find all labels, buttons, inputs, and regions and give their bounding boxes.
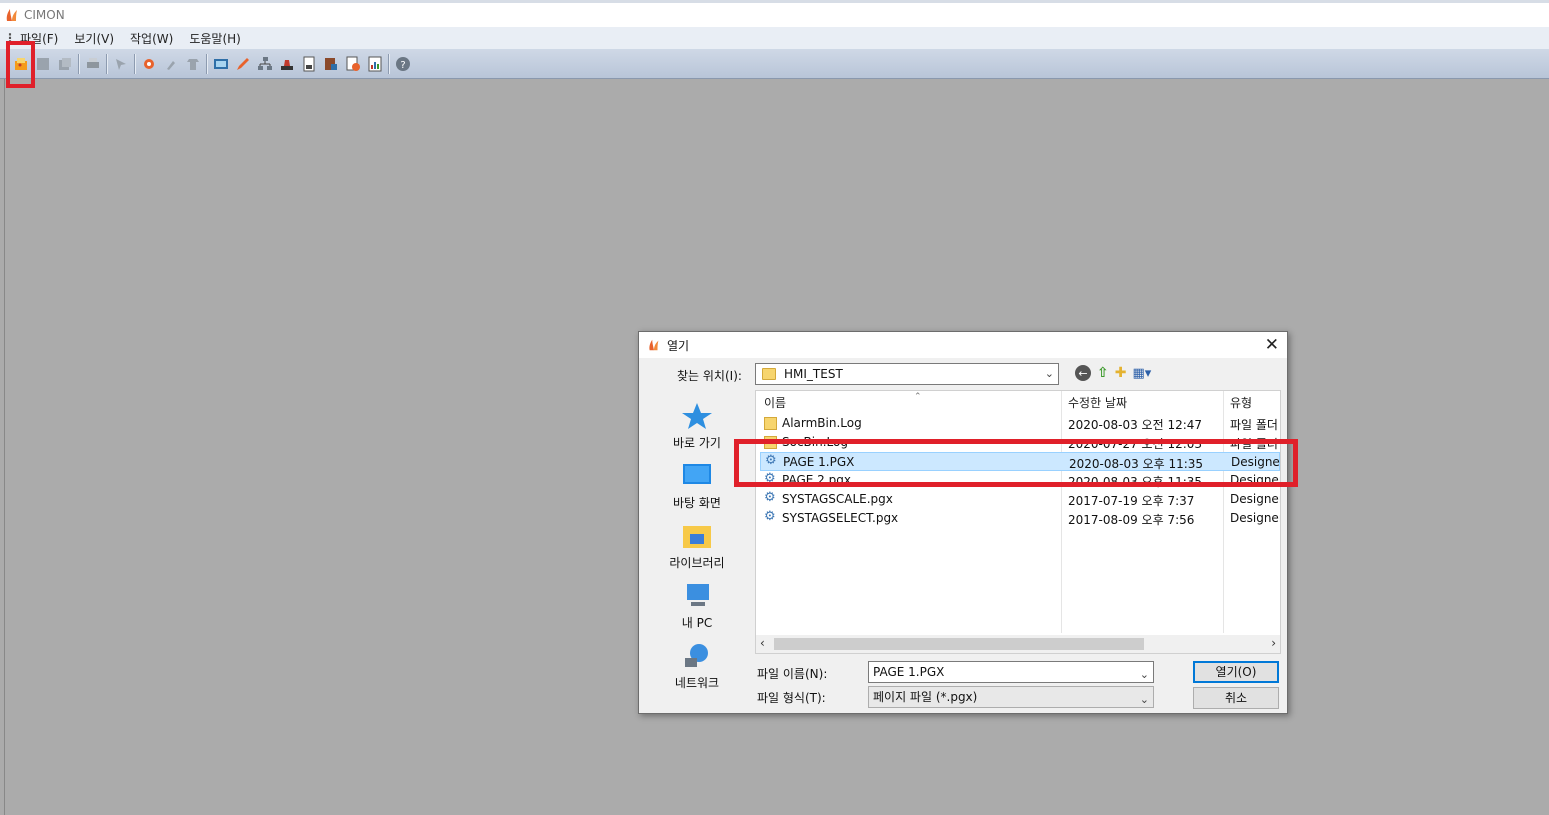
main-toolbar: ? [0,49,1549,79]
column-header-name[interactable]: 이름 ⌃ [764,392,922,414]
place-label: 라이브러리 [669,556,725,570]
app-title: CIMON [24,8,65,22]
chevron-down-icon[interactable]: ⌄ [1140,665,1149,685]
open-dialog: 열기 ✕ 찾는 위치(I): HMI_TEST ⌄ ← ⇧ ✚ ▦▾ 바로 가기… [638,331,1288,714]
file-row[interactable]: ⚙ SYSTAGSELECT.pgx 2017-08-09 오후 7:56 De… [760,509,1280,528]
select-icon[interactable] [110,53,132,75]
toolbar-separator [134,53,136,74]
cimon-logo-icon [649,339,659,351]
db-icon[interactable] [320,53,342,75]
file-name: SYSTAGSCALE.pgx [782,492,893,506]
back-icon[interactable]: ← [1075,365,1091,381]
sort-up-icon: ⌃ [914,392,922,402]
pencil-icon[interactable] [232,53,254,75]
library-icon [683,526,711,548]
scroll-thumb[interactable] [774,638,1144,650]
open-button[interactable]: 열기(O) [1193,661,1279,683]
file-name: AlarmBin.Log [782,416,862,430]
file-list: 이름 ⌃ 수정한 날짜 유형 AlarmBin.Log 2020-08-03 오… [755,390,1281,654]
file-type-dropdown[interactable]: 페이지 파일 (*.pgx) ⌄ [868,686,1154,708]
help-icon[interactable]: ? [392,53,414,75]
network-icon[interactable] [254,53,276,75]
place-network[interactable]: 네트워크 [646,642,748,691]
column-header-date[interactable]: 수정한 날짜 [1068,394,1127,414]
star-icon [682,403,712,429]
file-date: 2017-08-09 오후 7:56 [1068,513,1195,527]
cancel-button[interactable]: 취소 [1193,687,1279,709]
gear-file-icon: ⚙ [764,490,776,505]
save-icon[interactable] [32,53,54,75]
print-icon[interactable] [82,53,104,75]
network-globe-icon [685,644,708,667]
place-desktop[interactable]: 바탕 화면 [646,462,748,511]
file-type-label: 파일 형식(T): [757,691,826,705]
file-row[interactable]: AlarmBin.Log 2020-08-03 오전 12:47 파일 폴더 [760,414,1280,433]
scroll-right-icon[interactable]: › [1271,636,1276,650]
file-type: Designer [1230,511,1281,525]
look-in-label: 찾는 위치(I): [677,369,742,383]
file-date: 2017-07-19 오후 7:37 [1068,494,1195,508]
file-type: Designer [1230,492,1281,506]
place-quick-access[interactable]: 바로 가기 [646,402,748,451]
svg-text:?: ? [400,60,405,71]
place-this-pc[interactable]: 내 PC [646,582,748,631]
close-icon[interactable]: ✕ [1265,335,1279,355]
place-libraries[interactable]: 라이브러리 [646,522,748,571]
gear-file-icon: ⚙ [764,509,776,524]
look-in-dropdown[interactable]: HMI_TEST ⌄ [755,363,1059,385]
report-icon[interactable] [364,53,386,75]
menu-bar: ⋮ 파일(F) 보기(V) 작업(W) 도움말(H) [0,27,1549,49]
shirt-icon[interactable] [182,53,204,75]
folder-icon [762,368,776,380]
column-header-type[interactable]: 유형 [1230,394,1252,414]
place-label: 바탕 화면 [673,496,721,510]
place-label: 내 PC [681,616,713,630]
up-folder-icon[interactable]: ⇧ [1097,365,1109,381]
look-in-value: HMI_TEST [784,367,843,381]
screen-icon[interactable] [210,53,232,75]
menu-view[interactable]: 보기(V) [66,30,122,47]
doc-icon[interactable] [298,53,320,75]
add-page-icon[interactable] [342,53,364,75]
file-name: SYSTAGSELECT.pgx [782,511,899,525]
new-folder-icon[interactable]: ✚ [1115,365,1127,381]
toolbar-separator [388,53,390,74]
file-type-value: 페이지 파일 (*.pgx) [873,690,978,704]
cimon-logo-icon [6,9,17,21]
navigation-toolbar: ← ⇧ ✚ ▦▾ [1075,365,1151,381]
toolbar-separator [206,53,208,74]
place-label: 바로 가기 [673,436,721,450]
highlight-open-button [6,41,35,88]
place-label: 네트워크 [674,676,720,690]
chevron-down-icon[interactable]: ⌄ [1140,690,1149,710]
stamp-icon[interactable] [276,53,298,75]
save-all-icon[interactable] [54,53,76,75]
file-type: 파일 폴더 [1230,418,1278,432]
toolbar-separator [106,53,108,74]
scroll-left-icon[interactable]: ‹ [760,636,765,650]
computer-icon [687,584,709,606]
toolbar-separator [78,53,80,74]
highlight-selected-file [734,439,1298,487]
file-name-input[interactable]: PAGE 1.PGX ⌄ [868,661,1154,683]
places-bar: 바로 가기 바탕 화면 라이브러리 내 PC 네트워크 [646,390,748,712]
title-bar: CIMON [0,0,1549,27]
tool-icon[interactable] [160,53,182,75]
file-name-value: PAGE 1.PGX [873,665,945,679]
file-row[interactable]: ⚙ SYSTAGSCALE.pgx 2017-07-19 오후 7:37 Des… [760,490,1280,509]
tag-icon[interactable] [138,53,160,75]
dialog-title: 열기 [667,338,690,353]
dialog-title-bar: 열기 ✕ [639,332,1287,358]
file-date: 2020-08-03 오전 12:47 [1068,418,1203,432]
chevron-down-icon: ⌄ [1044,367,1054,380]
view-menu-icon[interactable]: ▦▾ [1132,366,1151,381]
file-name-label: 파일 이름(N): [757,667,828,681]
folder-icon [764,417,777,430]
menu-work[interactable]: 작업(W) [122,30,181,47]
horizontal-scrollbar[interactable]: ‹ › [756,635,1280,653]
menu-help[interactable]: 도움말(H) [181,30,249,47]
desktop-icon [683,464,711,484]
